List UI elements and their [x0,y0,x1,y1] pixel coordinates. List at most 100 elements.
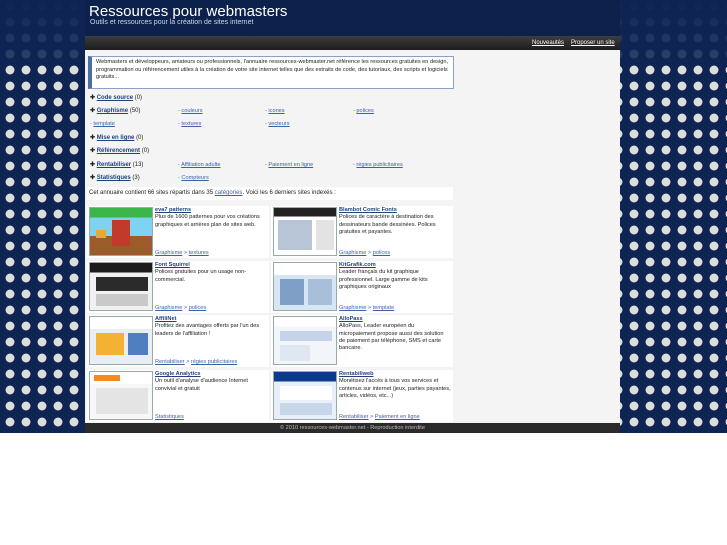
site-category-path: Rentabiliser > régies publicitaires [155,358,238,365]
subcategory-link[interactable]: template [93,121,114,127]
category-count: (3) [132,175,140,181]
subcategory-item: - régies publicitaires [353,162,403,168]
site-title-link[interactable]: Blambot Comic Fonts [339,207,451,214]
site-category-path: Graphisme > template [339,304,395,311]
category-rentabiliser: ✚ Rentabiliser (13) [90,161,143,168]
site-description: AlloPass, Leader européen du micropaieme… [339,323,444,352]
site-header: Ressources pour webmasters Outils et res… [85,0,620,36]
subcategory-link[interactable]: Paiement en ligne [268,162,313,168]
site-description: Polices de caractère à destination des d… [339,214,436,235]
subcategory-crumb-link[interactable]: Paiement en ligne [375,414,420,420]
nav-news-link[interactable]: Nouveautés [532,40,564,46]
summary-before: Cet annuaire contient 66 sites répartis … [89,190,214,196]
subcategory-crumb-link[interactable]: régies publicitaires [191,359,237,365]
subcategory-item: - textures [178,121,202,127]
category-referencement: ✚ Référencement (0) [90,147,149,154]
site-category-path: Rentabiliser > Paiement en ligne [339,413,420,420]
site-title-link[interactable]: Google Analytics [155,371,267,378]
category-graphisme: ✚ Graphisme (50) [90,107,140,114]
category-count: (50) [129,108,141,114]
subcategory-item: - Paiement en ligne [265,162,314,168]
expand-icon[interactable]: ✚ [90,108,95,114]
subcategory-link[interactable]: vecteurs [268,121,289,127]
site-thumbnail[interactable] [273,316,337,365]
subcategory-crumb-link[interactable]: polices [189,305,206,311]
site-category-path: Graphisme > polices [155,304,207,311]
subcategory-item: - Compteurs [178,175,209,181]
category-link[interactable]: Référencement [97,148,140,154]
site-card: AlloPass AlloPass, Leader européen du mi… [271,315,453,367]
category-count: (13) [132,162,144,168]
site-card: Rentabiliweb Monétisez l'accès à tous vo… [271,370,453,422]
site-title-link[interactable]: Font Squirrel [155,262,267,269]
site-footer: © 2010 ressources-webmaster.net - Reprod… [85,423,620,433]
site-title-link[interactable]: AffiliNet [155,316,267,323]
subcategory-link[interactable]: textures [181,121,201,127]
category-count: (0) [136,135,144,141]
category-crumb-link[interactable]: Rentabiliser [155,359,185,365]
subcategory-crumb-link[interactable]: textures [189,250,209,256]
subcategory-item: - vecteurs [265,121,290,127]
site-category-path: Statistiques [155,414,184,421]
site-thumbnail[interactable] [89,262,153,311]
subcategory-link[interactable]: Affiliation adulte [181,162,220,168]
site-thumbnail[interactable] [89,316,153,365]
site-subtitle: Outils et ressources pour la création de… [90,19,254,26]
site-title-link[interactable]: Rentabiliweb [339,371,451,378]
site-title-link[interactable]: AlloPass [339,316,451,323]
subcategory-item: - template [90,121,115,127]
expand-icon[interactable]: ✚ [90,175,95,181]
subcategory-item: - icones [265,108,285,114]
site-thumbnail[interactable] [273,371,337,420]
site-category-path: Graphisme > textures [155,249,209,256]
expand-icon[interactable]: ✚ [90,135,95,141]
site-card: AffiliNet Profitez des avantages offerts… [87,315,269,367]
category-mise-en-ligne: ✚ Mise en ligne (0) [90,134,143,141]
site-category-path: Graphisme > polices [339,249,391,256]
category-link[interactable]: Mise en ligne [97,135,135,141]
category-crumb-link[interactable]: Statistiques [155,414,184,420]
subcategory-link[interactable]: couleurs [181,108,202,114]
expand-icon[interactable]: ✚ [90,95,95,101]
site-card: Blambot Comic Fonts Polices de caractère… [271,206,453,258]
category-link[interactable]: Graphisme [97,108,128,114]
site-thumbnail[interactable] [273,207,337,256]
subcategory-link[interactable]: polices [356,108,373,114]
category-crumb-link[interactable]: Graphisme [155,305,182,311]
category-statistiques: ✚ Statistiques (3) [90,174,140,181]
subcategory-crumb-link[interactable]: polices [373,250,390,256]
subcategory-link[interactable]: Compteurs [181,175,208,181]
categories-link[interactable]: catégories [215,190,243,196]
category-link[interactable]: Statistiques [97,175,131,181]
site-card: KitGrafik.com Leader français du kit gra… [271,261,453,313]
category-code-source: ✚ Code source (0) [90,94,142,101]
subcategory-link[interactable]: régies publicitaires [356,162,402,168]
site-thumbnail[interactable] [89,207,153,256]
category-crumb-link[interactable]: Graphisme [339,305,366,311]
site-description: Plus de 1600 patternes pour vos création… [155,214,260,228]
category-count: (0) [141,148,150,154]
site-description: Polices gratuites pour un usage non-comm… [155,269,247,283]
category-crumb-link[interactable]: Graphisme [155,250,182,256]
site-card: eva7 patterns Plus de 1600 patternes pou… [87,206,269,258]
site-thumbnail[interactable] [273,262,337,311]
site-title-link[interactable]: eva7 patterns [155,207,267,214]
category-link[interactable]: Rentabiliser [97,162,131,168]
expand-icon[interactable]: ✚ [90,162,95,168]
site-title[interactable]: Ressources pour webmasters [89,3,287,20]
page-container: Ressources pour webmasters Outils et res… [85,0,620,433]
site-thumbnail[interactable] [89,371,153,420]
category-crumb-link[interactable]: Graphisme [339,250,366,256]
subcategory-item: - Affiliation adulte [178,162,221,168]
expand-icon[interactable]: ✚ [90,148,95,154]
category-crumb-link[interactable]: Rentabiliser [339,414,369,420]
nav-submit-link[interactable]: Proposer un site [571,40,615,46]
category-link[interactable]: Code source [97,95,133,101]
category-count: (0) [134,95,143,101]
subcategory-crumb-link[interactable]: template [373,305,394,311]
directory-summary: Cet annuaire contient 66 sites répartis … [87,187,453,200]
subcategory-link[interactable]: icones [268,108,284,114]
site-title-link[interactable]: KitGrafik.com [339,262,451,269]
intro-box: Webmasters et développeurs, amateurs ou … [88,56,454,89]
summary-after: . Voici les 6 derniers sites indexés : [242,190,336,196]
